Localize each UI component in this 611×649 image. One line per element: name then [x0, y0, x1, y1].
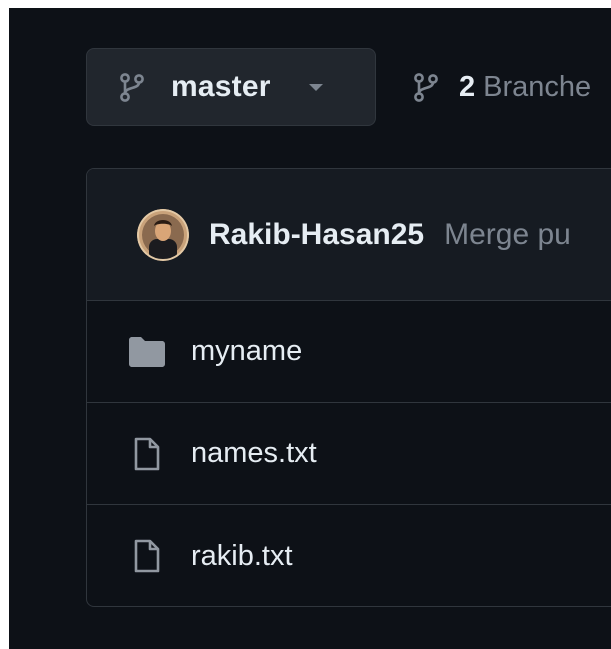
branch-selector-button[interactable]: master — [86, 48, 376, 126]
branch-count: 2 — [459, 70, 476, 103]
current-branch-label: master — [171, 70, 271, 103]
folder-icon — [127, 332, 167, 372]
git-branch-icon — [119, 72, 145, 102]
file-icon — [127, 434, 167, 474]
list-item[interactable]: myname — [87, 301, 611, 403]
file-name[interactable]: rakib.txt — [191, 540, 293, 573]
repository-code-view: master 2 Branche Rakib-Hasan25 Merge pu … — [9, 8, 611, 649]
avatar[interactable] — [137, 208, 189, 261]
latest-commit-header: Rakib-Hasan25 Merge pu — [87, 169, 611, 301]
file-name[interactable]: names.txt — [191, 437, 317, 470]
file-name[interactable]: myname — [191, 335, 302, 368]
commit-author[interactable]: Rakib-Hasan25 — [209, 218, 424, 252]
list-item[interactable]: names.txt — [87, 403, 611, 505]
git-branch-icon — [413, 72, 439, 102]
commit-message[interactable]: Merge pu — [444, 218, 571, 252]
file-list: Rakib-Hasan25 Merge pu myname names.txt — [86, 168, 611, 607]
list-item[interactable]: rakib.txt — [87, 505, 611, 606]
file-icon — [127, 536, 167, 576]
branches-label: Branche — [483, 70, 592, 103]
chevron-down-icon — [308, 83, 323, 91]
branches-link[interactable]: 2 Branche — [413, 48, 591, 126]
